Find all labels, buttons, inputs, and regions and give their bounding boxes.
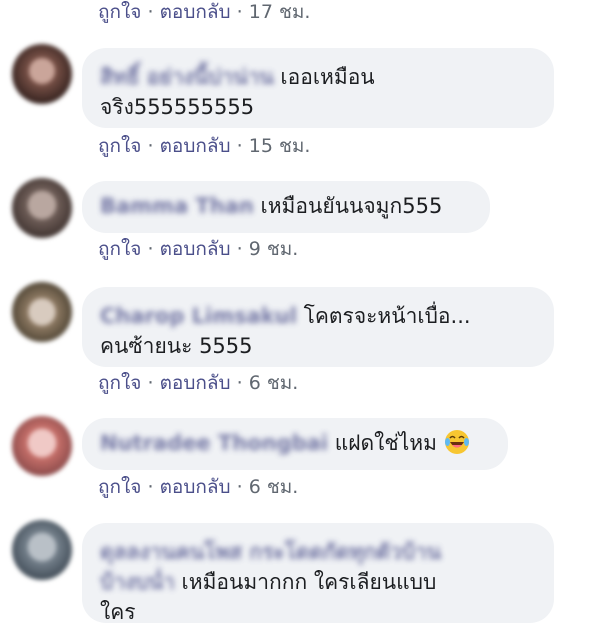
- comment-bubble: สิทธิ์ อย่างนี้บ่าน่าน เออเหมือน จริง555…: [82, 48, 554, 128]
- comment-actions: ถูกใจ · ตอบกลับ · 17 ชม.: [98, 0, 310, 24]
- comment-text: แฝดใช่ไหม: [334, 431, 437, 455]
- comment-text: ใคร: [100, 600, 136, 624]
- comment-text: จริง555555555: [100, 95, 255, 119]
- comment-actions: ถูกใจ · ตอบกลับ · 6 ชม.: [98, 475, 298, 499]
- laughing-crying-emoji-icon: [444, 430, 469, 454]
- comment-time: 9 ชม.: [248, 238, 299, 260]
- comment-author[interactable]: Charop Limsakul: [100, 304, 297, 328]
- comment-text: เออเหมือน: [280, 65, 375, 89]
- avatar[interactable]: [12, 178, 72, 238]
- separator: ·: [147, 238, 154, 260]
- comment-time: 17 ชม.: [248, 1, 311, 23]
- comment-bubble: Bamma Than เหมือนยันนจมูก555: [82, 181, 490, 233]
- separator: ·: [147, 1, 154, 23]
- reply-link[interactable]: ตอบกลับ: [160, 135, 231, 157]
- comment-bubble: ดุลลงานคนโพส กระโดดกัดทุกตัวบ้าน บ้างบน่…: [82, 523, 554, 624]
- reply-link[interactable]: ตอบกลับ: [160, 238, 231, 260]
- separator: ·: [236, 372, 243, 394]
- comment-actions: ถูกใจ · ตอบกลับ · 9 ชม.: [98, 237, 298, 261]
- reply-link[interactable]: ตอบกลับ: [160, 476, 231, 498]
- like-link[interactable]: ถูกใจ: [98, 476, 141, 498]
- separator: ·: [236, 1, 243, 23]
- avatar[interactable]: [12, 282, 72, 342]
- comment-text: คนซ้ายนะ 5555: [100, 334, 253, 358]
- separator: ·: [147, 135, 154, 157]
- separator: ·: [236, 135, 243, 157]
- comment-author[interactable]: ดุลลงานคนโพส กระโดดกัดทุกตัวบ้าน: [100, 540, 441, 564]
- comment-actions: ถูกใจ · ตอบกลับ · 6 ชม.: [98, 371, 298, 395]
- comment-author[interactable]: Nutradee Thongbai: [100, 431, 328, 455]
- comment-text: เหมือนมากกก ใครเลียนแบบ: [181, 570, 437, 594]
- separator: ·: [236, 476, 243, 498]
- comment-text: เหมือนยันนจมูก555: [260, 194, 443, 218]
- comment-text: โคตรจะหน้าเบื่อ...: [303, 304, 471, 328]
- comment-author[interactable]: Bamma Than: [100, 194, 254, 218]
- comment-bubble: Charop Limsakul โคตรจะหน้าเบื่อ... คนซ้า…: [82, 287, 554, 367]
- separator: ·: [236, 238, 243, 260]
- comment-bubble: Nutradee Thongbai แฝดใช่ไหม: [82, 418, 508, 470]
- reply-link[interactable]: ตอบกลับ: [160, 1, 231, 23]
- comment-time: 6 ชม.: [248, 372, 299, 394]
- separator: ·: [147, 372, 154, 394]
- comment-author[interactable]: บ้างบน่ำ: [100, 570, 175, 594]
- comment-author[interactable]: สิทธิ์ อย่างนี้บ่าน่าน: [100, 65, 274, 89]
- comment-time: 6 ชม.: [248, 476, 299, 498]
- avatar[interactable]: [12, 44, 72, 104]
- comment-time: 15 ชม.: [248, 135, 311, 157]
- avatar[interactable]: [12, 416, 72, 476]
- like-link[interactable]: ถูกใจ: [98, 135, 141, 157]
- avatar[interactable]: [12, 520, 72, 580]
- comment-actions: ถูกใจ · ตอบกลับ · 15 ชม.: [98, 134, 310, 158]
- separator: ·: [147, 476, 154, 498]
- reply-link[interactable]: ตอบกลับ: [160, 372, 231, 394]
- like-link[interactable]: ถูกใจ: [98, 372, 141, 394]
- like-link[interactable]: ถูกใจ: [98, 1, 141, 23]
- like-link[interactable]: ถูกใจ: [98, 238, 141, 260]
